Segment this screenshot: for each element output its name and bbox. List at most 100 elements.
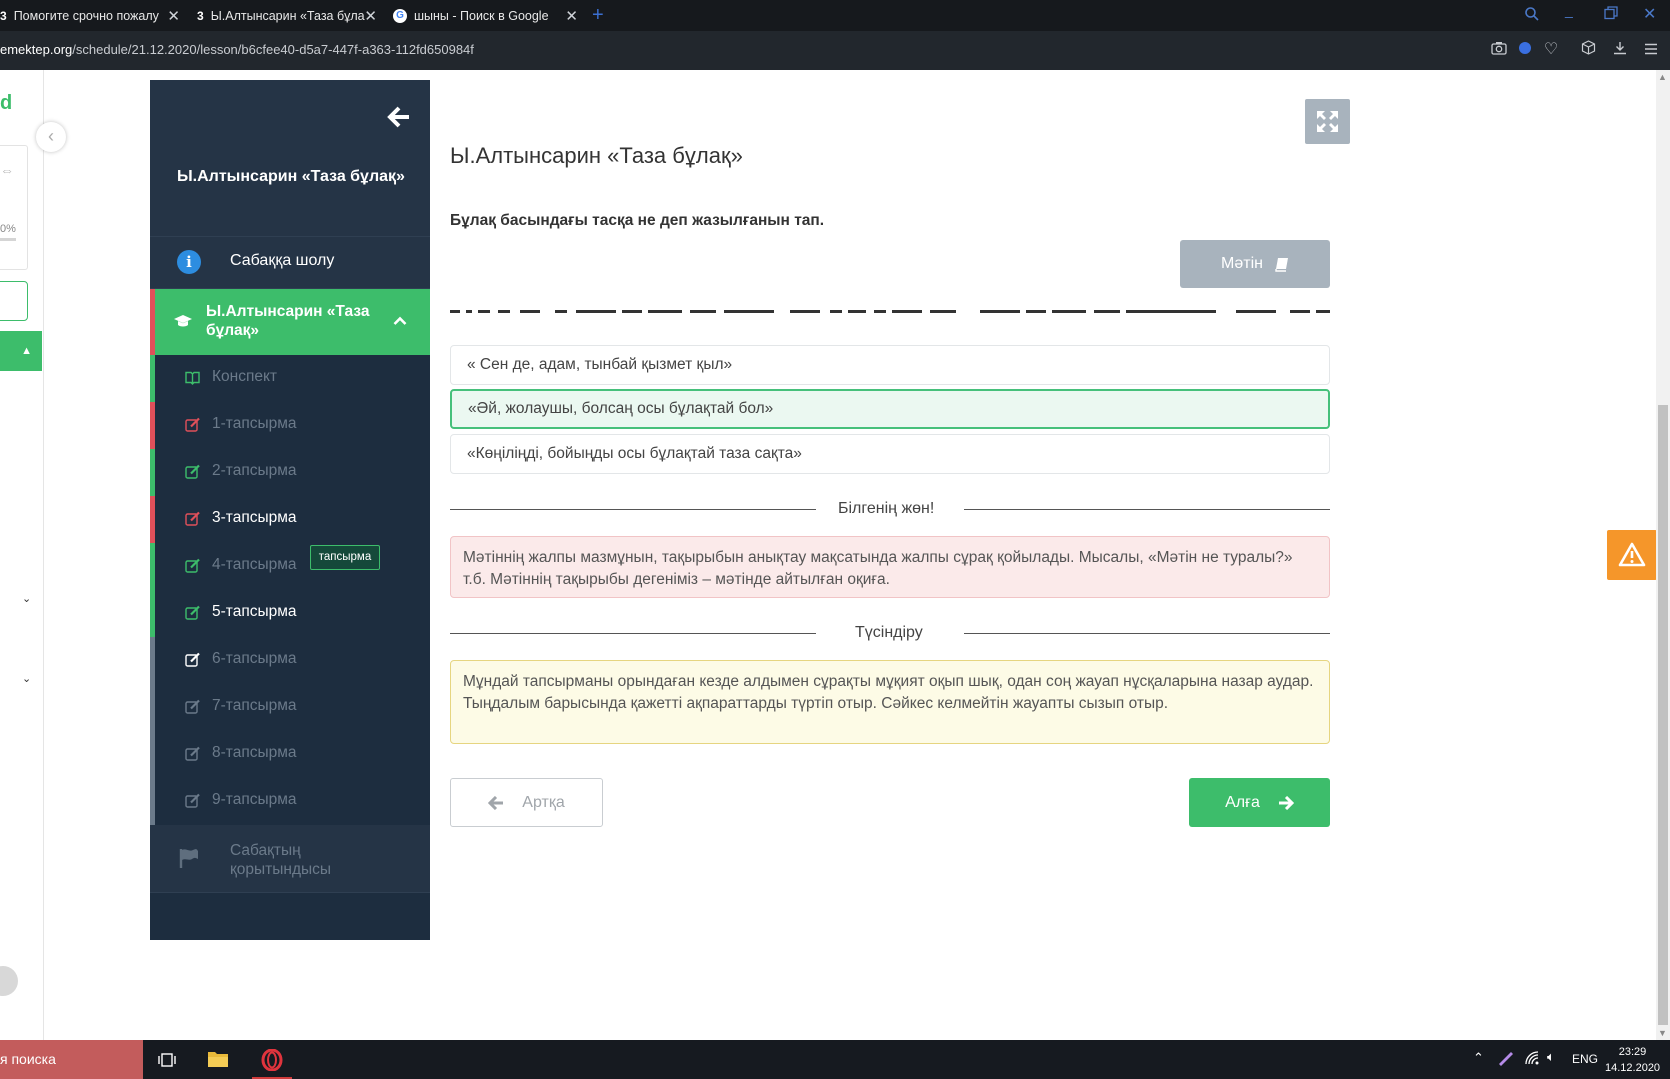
menu-icon[interactable] — [1641, 40, 1661, 60]
next-button-label: Алға — [1225, 793, 1260, 811]
scrollbar-thumb[interactable] — [1658, 405, 1668, 1025]
sidebar-item-active-lesson[interactable]: Ы.Алтынсарин «Таза бұлақ» — [150, 289, 430, 355]
divider — [964, 509, 1330, 510]
sidebar-item-task-4[interactable]: 4-тапсырма — [150, 543, 430, 590]
edit-icon — [185, 652, 200, 667]
chevron-down-icon[interactable]: ⌄ — [22, 592, 31, 605]
status-marker — [150, 731, 155, 778]
answer-option-3[interactable]: «Көңіліңді, бойыңды осы бұлақтай таза са… — [450, 434, 1330, 474]
sidebar-item-konspekt[interactable]: Конспект — [150, 355, 430, 402]
search-icon[interactable] — [1524, 6, 1540, 25]
edit-icon — [185, 464, 200, 479]
chevron-up-icon[interactable] — [393, 313, 407, 331]
download-icon[interactable] — [1610, 40, 1630, 60]
minimize-icon[interactable]: _ — [1565, 2, 1573, 18]
sidebar-item-label: 1-тапсырма — [212, 415, 297, 432]
sidebar-item-task-5[interactable]: 5-тапсырма — [150, 590, 430, 637]
conclusion-label: Сабақтың қорытындысы — [230, 842, 332, 878]
tab-title: шыны - Поиск в Google — [414, 8, 549, 23]
scroll-up-icon[interactable]: ▲ — [1658, 72, 1667, 82]
screen: 3 Помогите срочно пожалу ✕ 3 Ы.Алтынсари… — [0, 0, 1670, 1079]
cube-icon[interactable] — [1578, 40, 1598, 60]
clipped-text-fragment — [450, 310, 1330, 313]
sidebar-item-label: 9-тапсырма — [212, 791, 297, 808]
outline-button[interactable] — [0, 281, 28, 321]
scroll-down-icon[interactable]: ▼ — [1658, 1028, 1667, 1038]
back-arrow-icon[interactable] — [387, 106, 411, 133]
wifi-icon[interactable] — [1524, 1050, 1542, 1071]
report-problem-button[interactable] — [1607, 530, 1657, 580]
back-button[interactable]: Артқа — [450, 778, 603, 827]
close-tab-icon[interactable]: ✕ — [364, 7, 377, 25]
show-text-button[interactable]: Мәтін — [1180, 240, 1330, 288]
pen-icon[interactable] — [1497, 1050, 1515, 1071]
explanation-heading: Түсіндіру — [855, 624, 923, 641]
expand-up-button[interactable]: ▲ — [0, 331, 42, 371]
new-tab-button[interactable]: + — [592, 4, 604, 27]
question-text: Бұлақ басындағы тасқа не деп жазылғанын … — [450, 212, 825, 229]
book-icon — [1275, 257, 1288, 272]
file-explorer-icon[interactable] — [207, 1049, 229, 1074]
url-path: /schedule/21.12.2020/lesson/b6cfee40-d5a… — [72, 42, 474, 57]
sidebar-item-task-3[interactable]: 3-тапсырма — [150, 496, 430, 543]
task-view-icon[interactable] — [158, 1051, 176, 1074]
answer-option-2-selected[interactable]: «Әй, жолаушы, болсаң осы бұлақтай бол» — [450, 389, 1330, 429]
sidebar-item-task-1[interactable]: 1-тапсырма — [150, 402, 430, 449]
url-text[interactable]: emektep.org/schedule/21.12.2020/lesson/b… — [0, 42, 474, 57]
sidebar-item-label: 5-тапсырма — [212, 603, 297, 620]
tab-favicon: 3 — [197, 8, 204, 23]
google-icon: G — [393, 8, 407, 23]
sidebar-item-label: 8-тапсырма — [212, 744, 297, 761]
divider — [964, 633, 1330, 634]
browser-tab-1[interactable]: 3 Помогите срочно пожалу ✕ — [0, 0, 180, 31]
heart-icon[interactable]: ♡ — [1541, 40, 1561, 60]
vpn-shield-icon[interactable] — [1515, 40, 1535, 60]
sidebar-item-task-9[interactable]: 9-тапсырма — [150, 778, 430, 825]
logo-fragment: d — [0, 92, 13, 114]
browser-tab-3[interactable]: G шыны - Поиск в Google ✕ — [393, 0, 578, 31]
edit-icon — [185, 699, 200, 714]
sidebar-item-task-6[interactable]: 6-тапсырма — [150, 637, 430, 684]
browser-tab-2[interactable]: 3 Ы.Алтынсарин «Таза бұла ✕ — [197, 0, 377, 31]
edit-icon — [185, 511, 200, 526]
clock-time: 23:29 — [1618, 1046, 1647, 1058]
sidebar-item-overview[interactable]: i Сабаққа шолу — [150, 236, 430, 289]
chevron-down-icon[interactable]: ⌄ — [22, 672, 31, 685]
sidebar-item-task-2[interactable]: 2-тапсырма — [150, 449, 430, 496]
collapse-panel-chevron-icon[interactable]: ‹ — [36, 122, 66, 152]
status-marker — [150, 402, 155, 449]
arrow-right-icon — [1278, 795, 1294, 810]
tooltip: тапсырма — [310, 545, 380, 570]
active-lesson-label: Ы.Алтынсарин «Таза бұлақ» — [206, 303, 370, 339]
close-tab-icon[interactable]: ✕ — [167, 7, 180, 25]
tip-heading: Білгенің жөн! — [838, 500, 935, 517]
sidebar-item-task-8[interactable]: 8-тапсырма — [150, 731, 430, 778]
tray-chevron-icon[interactable]: ⌃ — [1473, 1050, 1484, 1066]
close-window-icon[interactable]: ✕ — [1643, 4, 1656, 24]
opera-taskbar-button[interactable] — [252, 1042, 292, 1079]
close-tab-icon[interactable]: ✕ — [565, 7, 578, 25]
opera-icon — [261, 1048, 283, 1072]
info-icon: i — [177, 250, 201, 274]
status-marker — [150, 496, 155, 543]
camera-icon[interactable] — [1489, 40, 1509, 60]
volume-icon[interactable]: 🔈︎ — [1547, 1049, 1555, 1065]
sidebar-item-label: 4-тапсырма — [212, 556, 297, 573]
show-text-label: Мәтін — [1221, 255, 1263, 272]
answer-option-1[interactable]: « Сен де, адам, тынбай қызмет қыл» — [450, 345, 1330, 385]
page-title: Ы.Алтынсарин «Таза бұлақ» — [450, 143, 743, 168]
back-button-label: Артқа — [522, 793, 565, 811]
sidebar-item-task-7[interactable]: 7-тапсырма — [150, 684, 430, 731]
taskbar-clock[interactable]: 23:29 14.12.2020 — [1605, 1044, 1660, 1076]
next-button[interactable]: Алға — [1189, 778, 1330, 827]
sidebar-item-conclusion[interactable]: Сабақтың қорытындысы — [150, 825, 430, 893]
language-indicator[interactable]: ENG — [1572, 1052, 1598, 1066]
link-icon: ⇔ — [0, 162, 14, 178]
fullscreen-button[interactable] — [1305, 99, 1350, 144]
edit-icon — [185, 417, 200, 432]
restore-icon[interactable] — [1604, 6, 1618, 23]
divider — [450, 633, 816, 634]
status-marker — [150, 449, 155, 496]
taskbar-search[interactable]: я поиска — [0, 1040, 143, 1079]
tab-title: Помогите срочно пожалу — [13, 8, 159, 23]
